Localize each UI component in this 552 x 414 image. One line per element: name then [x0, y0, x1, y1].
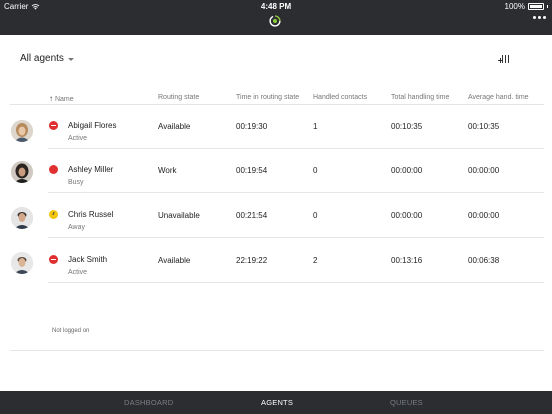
time-in-routing-state: 00:19:54 — [236, 166, 268, 175]
total-handling-time: 00:13:16 — [391, 256, 423, 265]
sort-arrow-up-icon: ↑ — [49, 94, 53, 103]
average-handling-time: 00:10:35 — [468, 122, 500, 131]
time-in-routing-state: 00:21:54 — [236, 211, 268, 220]
agent-row[interactable]: Jack Smith Active Available 22:19:22 2 0… — [0, 239, 552, 283]
status-do-not-disturb-icon — [49, 121, 58, 130]
agent-status: Away — [68, 224, 85, 231]
handled-contacts: 2 — [313, 256, 318, 265]
status-busy-icon — [49, 165, 58, 174]
column-header-time-in-state[interactable]: Time in routing state — [236, 94, 299, 101]
agent-status: Busy — [68, 179, 84, 186]
not-logged-on-label: Not logged on — [52, 328, 90, 334]
avatar — [11, 207, 33, 229]
tab-agents[interactable]: AGENTS — [261, 398, 293, 407]
time-in-routing-state: 00:19:30 — [236, 122, 268, 131]
agent-name: Chris Russel — [68, 210, 114, 219]
status-away-icon — [49, 210, 58, 219]
column-header-routing-state[interactable]: Routing state — [158, 94, 199, 101]
average-handling-time: 00:00:00 — [468, 166, 500, 175]
status-bar-right: 100% — [505, 2, 548, 11]
section-divider — [10, 350, 544, 351]
battery-icon — [528, 3, 544, 10]
total-handling-time: 00:00:00 — [391, 211, 423, 220]
columns-settings-icon[interactable] — [498, 54, 510, 66]
avatar — [11, 252, 33, 274]
tab-dashboard[interactable]: DASHBOARD — [124, 398, 173, 407]
agent-name: Ashley Miller — [68, 165, 114, 174]
battery-percent: 100% — [504, 2, 525, 11]
column-header-name[interactable]: ↑ Name — [49, 94, 74, 103]
agent-row[interactable]: Abigail Flores Active Available 00:19:30… — [0, 105, 552, 149]
agent-filter-label: All agents — [20, 53, 64, 64]
routing-state: Available — [158, 122, 191, 131]
column-header-total-handling-time[interactable]: Total handling time — [391, 94, 449, 101]
agent-filter-dropdown[interactable]: All agents — [20, 53, 74, 64]
app-header: Carrier 4:48 PM 100% — [0, 0, 552, 35]
caret-down-icon — [67, 57, 74, 61]
handled-contacts: 0 — [313, 166, 318, 175]
total-handling-time: 00:00:00 — [391, 166, 423, 175]
agent-status: Active — [68, 269, 88, 276]
column-header-average-handling-time[interactable]: Average hand. time — [468, 94, 529, 101]
handled-contacts: 1 — [313, 122, 318, 131]
agent-row[interactable]: Chris Russel Away Unavailable 00:21:54 0… — [0, 194, 552, 238]
average-handling-time: 00:00:00 — [468, 211, 500, 220]
average-handling-time: 00:06:38 — [468, 256, 500, 265]
routing-state: Work — [158, 166, 177, 175]
status-do-not-disturb-icon — [49, 255, 58, 264]
agent-name: Jack Smith — [68, 255, 108, 264]
routing-state: Unavailable — [158, 211, 200, 220]
agent-row[interactable]: Ashley Miller Busy Work 00:19:54 0 00:00… — [0, 149, 552, 193]
avatar — [11, 161, 33, 183]
clock: 4:48 PM — [260, 2, 292, 11]
agent-name: Abigail Flores — [68, 121, 117, 130]
more-options-icon[interactable] — [533, 16, 546, 19]
avatar — [11, 120, 33, 142]
agent-status: Active — [68, 135, 88, 142]
handled-contacts: 0 — [313, 211, 318, 220]
tab-queues[interactable]: QUEUES — [390, 398, 423, 407]
column-header-handled-contacts[interactable]: Handled contacts — [313, 94, 367, 101]
bottom-tab-bar: DASHBOARD AGENTS QUEUES — [0, 391, 552, 414]
time-in-routing-state: 22:19:22 — [236, 256, 268, 265]
app-logo-icon — [269, 15, 281, 27]
total-handling-time: 00:10:35 — [391, 122, 423, 131]
routing-state: Available — [158, 256, 191, 265]
